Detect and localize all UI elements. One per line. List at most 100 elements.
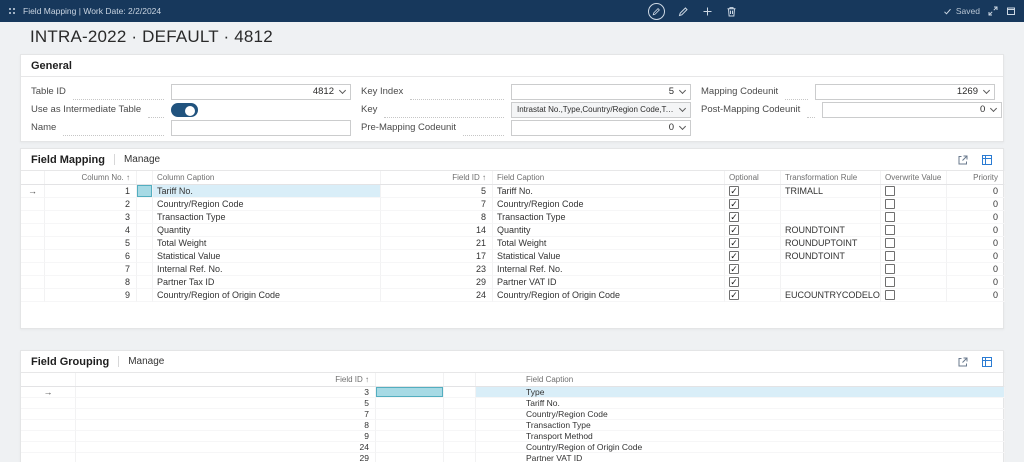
pre-mapping-codeunit-input[interactable]: 0 (511, 119, 691, 136)
cell-field-id[interactable]: 23 (381, 263, 493, 276)
table-row[interactable]: 9 Transport Method (21, 431, 1005, 442)
column-header-column-caption[interactable]: Column Caption (153, 171, 381, 184)
cell-field-caption[interactable]: Transaction Type (476, 420, 1005, 431)
cell-column-caption[interactable]: Internal Ref. No. (153, 263, 381, 276)
cell-field-caption[interactable]: Transaction Type (493, 211, 725, 224)
cell-field-caption[interactable]: Internal Ref. No. (493, 263, 725, 276)
selected-cell[interactable] (137, 185, 153, 198)
manage-tab-field-mapping[interactable]: Manage (124, 154, 160, 165)
cell-priority[interactable]: 0 (947, 224, 1005, 237)
column-header-column-no[interactable]: Column No. ↑ (45, 171, 137, 184)
post-mapping-codeunit-input[interactable]: 0 (822, 101, 1003, 118)
cell-field-caption[interactable]: Total Weight (493, 237, 725, 250)
cell-column-no[interactable]: 5 (45, 237, 137, 250)
optional-checkbox[interactable] (729, 251, 739, 261)
cell-field-id[interactable]: 9 (76, 431, 376, 442)
table-row[interactable]: 8 Transaction Type (21, 420, 1005, 431)
table-row[interactable]: 29 Partner VAT ID (21, 453, 1005, 462)
cell-field-caption[interactable]: Tariff No. (476, 398, 1005, 409)
cell-transformation-rule[interactable]: ROUNDUPTOINT (781, 237, 881, 250)
cell-column-caption[interactable]: Tariff No. (153, 185, 381, 198)
breadcrumb[interactable]: Field Mapping | Work Date: 2/2/2024 (23, 6, 161, 16)
cell-column-caption[interactable]: Partner Tax ID (153, 276, 381, 289)
cell-column-caption[interactable]: Country/Region of Origin Code (153, 289, 381, 302)
cell-field-caption[interactable]: Country/Region of Origin Code (476, 442, 1005, 453)
overwrite-value-checkbox[interactable] (885, 225, 895, 235)
overwrite-value-checkbox[interactable] (885, 186, 895, 196)
cell-transformation-rule[interactable]: TRIMALL (781, 185, 881, 198)
optional-checkbox[interactable] (729, 290, 739, 300)
selected-cell[interactable] (376, 387, 444, 398)
cell-transformation-rule[interactable]: EUCOUNTRYCODELOOKUP (781, 289, 881, 302)
cell-priority[interactable]: 0 (947, 198, 1005, 211)
cell-priority[interactable]: 0 (947, 276, 1005, 289)
edit-mode-button[interactable] (648, 2, 665, 20)
popout-button[interactable] (1006, 6, 1016, 16)
cell-priority[interactable]: 0 (947, 289, 1005, 302)
cell-field-caption[interactable]: Partner VAT ID (476, 453, 1005, 462)
section-title-field-mapping[interactable]: Field Mapping (31, 154, 105, 166)
table-row[interactable]: 7 Country/Region Code (21, 409, 1005, 420)
table-row[interactable]: 6 Statistical Value 17 Statistical Value… (21, 250, 1005, 263)
cell-field-id[interactable]: 7 (381, 198, 493, 211)
table-row[interactable]: 5 Tariff No. (21, 398, 1005, 409)
table-row[interactable]: → 3 Type (21, 387, 1005, 398)
new-button[interactable] (702, 6, 713, 17)
column-header-field-caption[interactable]: Field Caption (476, 373, 1005, 386)
table-row[interactable]: 2 Country/Region Code 7 Country/Region C… (21, 198, 1005, 211)
column-header-field-id[interactable]: Field ID ↑ (381, 171, 493, 184)
delete-button[interactable] (726, 6, 737, 17)
cell-column-no[interactable]: 3 (45, 211, 137, 224)
cell-field-id[interactable]: 24 (76, 442, 376, 453)
optional-checkbox[interactable] (729, 225, 739, 235)
share-button[interactable] (957, 154, 969, 166)
cell-field-caption[interactable]: Tariff No. (493, 185, 725, 198)
cell-field-caption[interactable]: Quantity (493, 224, 725, 237)
expand-button[interactable] (988, 6, 998, 16)
cell-field-id[interactable]: 24 (381, 289, 493, 302)
cell-column-caption[interactable]: Transaction Type (153, 211, 381, 224)
cell-field-id[interactable]: 5 (76, 398, 376, 409)
cell-column-no[interactable]: 7 (45, 263, 137, 276)
cell-column-no[interactable]: 6 (45, 250, 137, 263)
cell-column-caption[interactable]: Quantity (153, 224, 381, 237)
table-row[interactable]: 7 Internal Ref. No. 23 Internal Ref. No.… (21, 263, 1005, 276)
overwrite-value-checkbox[interactable] (885, 251, 895, 261)
cell-field-caption[interactable]: Country/Region Code (476, 409, 1005, 420)
manage-tab-field-grouping[interactable]: Manage (128, 356, 164, 367)
table-row[interactable]: 3 Transaction Type 8 Transaction Type 0 (21, 211, 1005, 224)
cell-priority[interactable]: 0 (947, 263, 1005, 276)
cell-column-no[interactable]: 2 (45, 198, 137, 211)
mapping-codeunit-input[interactable]: 1269 (815, 83, 995, 100)
column-header-field-id[interactable]: Field ID ↑ (76, 373, 376, 386)
cell-field-id[interactable]: 14 (381, 224, 493, 237)
overwrite-value-checkbox[interactable] (885, 277, 895, 287)
overwrite-value-checkbox[interactable] (885, 238, 895, 248)
cell-column-caption[interactable]: Statistical Value (153, 250, 381, 263)
cell-field-caption[interactable]: Transport Method (476, 431, 1005, 442)
column-header-optional[interactable]: Optional (725, 171, 781, 184)
table-row[interactable]: → 1 Tariff No. 5 Tariff No. TRIMALL 0 (21, 185, 1005, 198)
cell-priority[interactable]: 0 (947, 237, 1005, 250)
cell-column-caption[interactable]: Country/Region Code (153, 198, 381, 211)
cell-priority[interactable]: 0 (947, 211, 1005, 224)
cell-field-id[interactable]: 3 (76, 387, 376, 398)
cell-field-id[interactable]: 8 (381, 211, 493, 224)
table-row[interactable]: 5 Total Weight 21 Total Weight ROUNDUPTO… (21, 237, 1005, 250)
cell-priority[interactable]: 0 (947, 250, 1005, 263)
cell-field-caption[interactable]: Type (476, 387, 1005, 398)
share-button[interactable] (957, 356, 969, 368)
use-as-intermediate-table-toggle[interactable] (171, 102, 198, 117)
cell-transformation-rule[interactable]: ROUNDTOINT (781, 224, 881, 237)
column-header-priority[interactable]: Priority (947, 171, 1005, 184)
open-in-excel-button[interactable] (981, 154, 993, 166)
overwrite-value-checkbox[interactable] (885, 199, 895, 209)
cell-column-no[interactable]: 9 (45, 289, 137, 302)
optional-checkbox[interactable] (729, 186, 739, 196)
cell-transformation-rule[interactable] (781, 263, 881, 276)
table-id-input[interactable]: 4812 (171, 83, 351, 100)
key-index-input[interactable]: 5 (511, 83, 691, 100)
table-row[interactable]: 8 Partner Tax ID 29 Partner VAT ID 0 (21, 276, 1005, 289)
table-row[interactable]: 24 Country/Region of Origin Code (21, 442, 1005, 453)
cell-transformation-rule[interactable]: ROUNDTOINT (781, 250, 881, 263)
